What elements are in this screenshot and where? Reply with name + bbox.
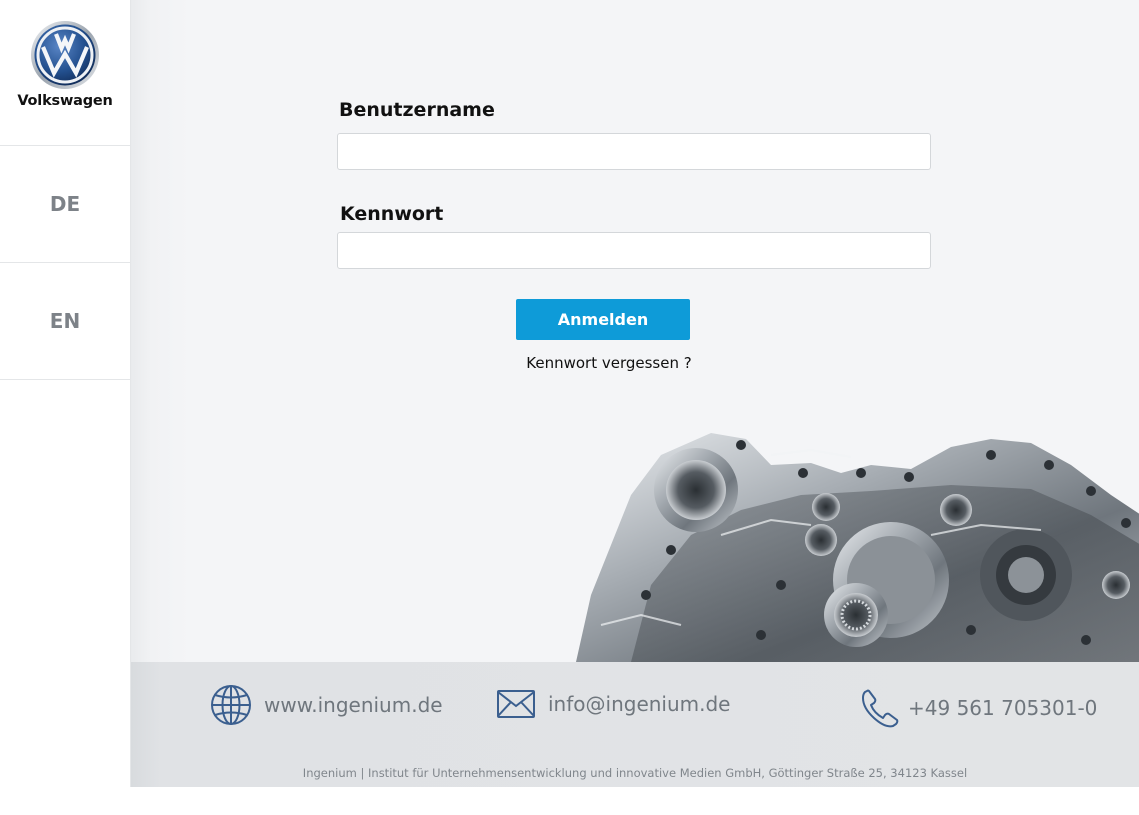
website-link[interactable]: www.ingenium.de: [264, 693, 443, 717]
email-contact: info@ingenium.de: [496, 688, 731, 720]
login-panel: Benutzername Kennwort Anmelden Kennwort …: [131, 0, 1139, 662]
website-contact: www.ingenium.de: [210, 684, 443, 726]
phone-link[interactable]: +49 561 705301-0: [908, 696, 1097, 720]
phone-icon: [862, 689, 899, 728]
username-label: Benutzername: [339, 99, 495, 121]
footer: www.ingenium.de info@ingenium.de +49 561…: [131, 662, 1139, 787]
username-input[interactable]: [337, 133, 931, 170]
email-link[interactable]: info@ingenium.de: [548, 692, 731, 716]
globe-icon: [211, 685, 251, 725]
password-input[interactable]: [337, 232, 931, 269]
brand-name: Volkswagen: [17, 93, 113, 109]
volkswagen-logo-icon: [31, 21, 99, 89]
language-en-button[interactable]: EN: [0, 263, 130, 380]
mail-icon: [497, 690, 535, 718]
login-page: Volkswagen DE EN Benutzername Kennwort A…: [0, 0, 1139, 815]
forgot-password-link[interactable]: Kennwort vergessen ?: [516, 354, 702, 372]
legal-imprint: Ingenium | Institut für Unternehmensentw…: [302, 766, 968, 780]
login-button[interactable]: Anmelden: [516, 299, 690, 340]
sidebar: Volkswagen DE EN: [0, 0, 131, 787]
password-label: Kennwort: [340, 203, 444, 225]
language-de-button[interactable]: DE: [0, 146, 130, 263]
phone-contact: +49 561 705301-0: [860, 688, 1097, 728]
gearbox-housing-image: [576, 433, 1139, 662]
brand-block: Volkswagen: [0, 0, 130, 146]
